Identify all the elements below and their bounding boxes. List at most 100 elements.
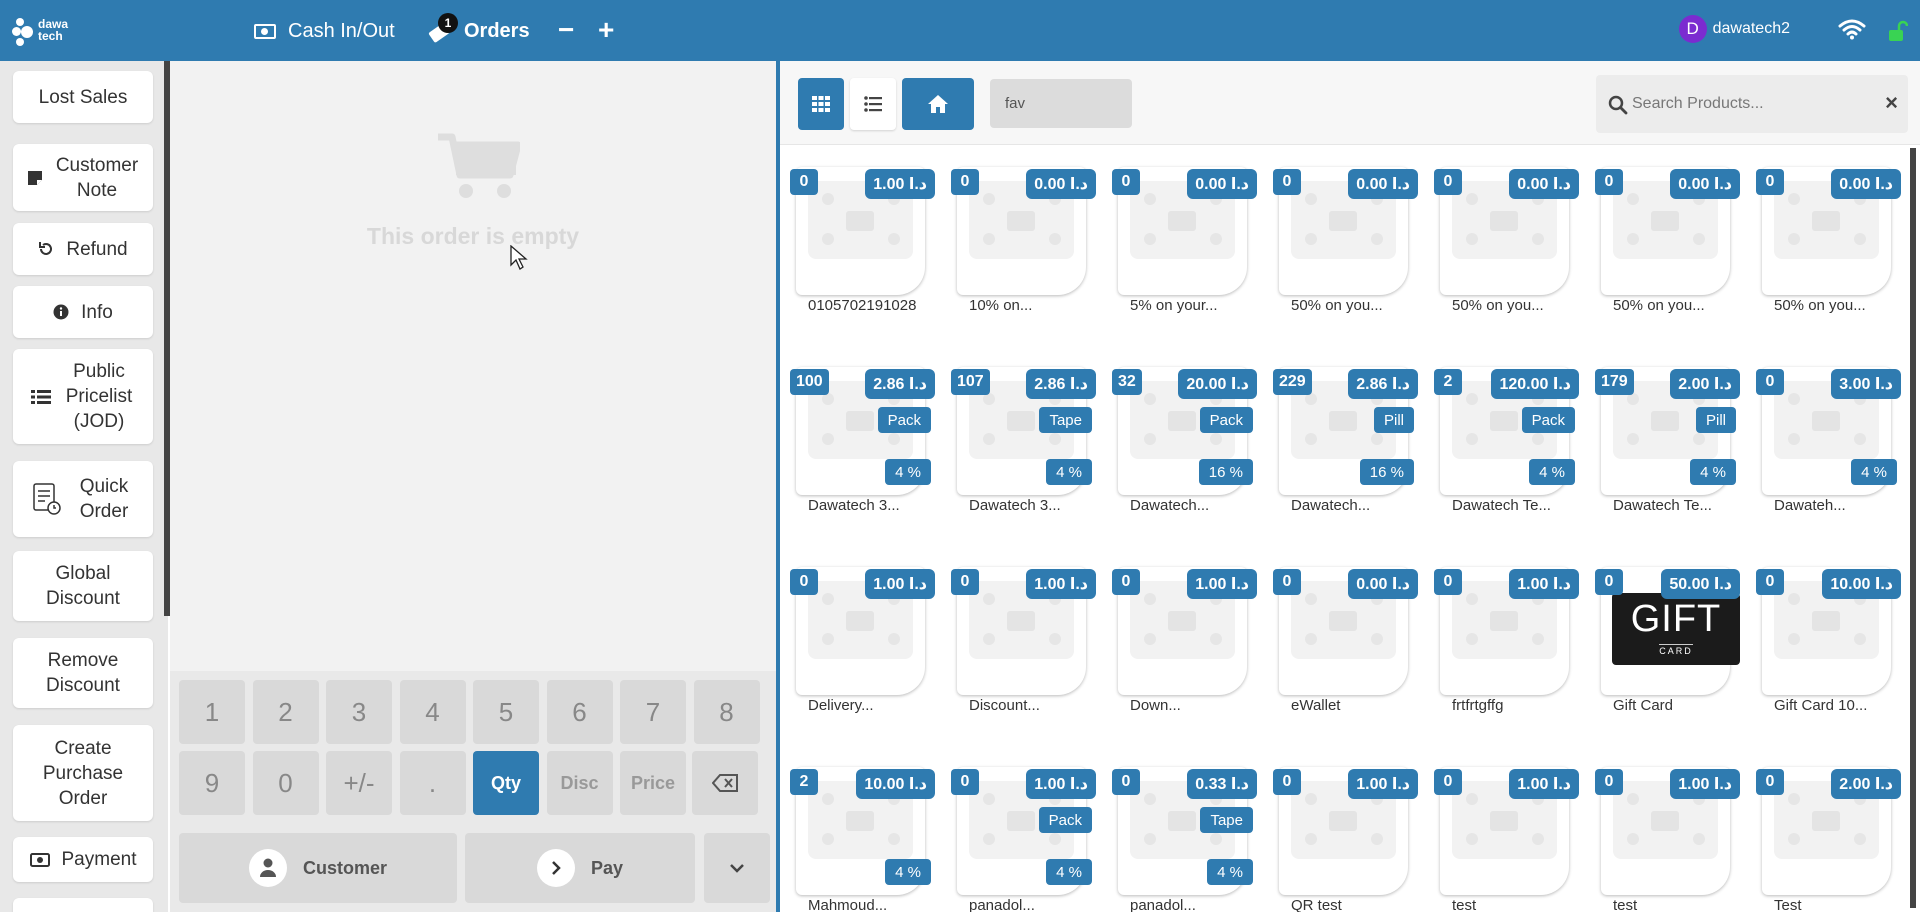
- home-category-button[interactable]: [902, 78, 974, 130]
- product-card[interactable]: 0 1.00 د.ا Discount...: [951, 567, 1096, 714]
- refund-button[interactable]: Refund: [13, 223, 153, 275]
- orders-count-badge: 1: [438, 13, 458, 33]
- product-scrollbar[interactable]: [1910, 148, 1916, 908]
- lost-sales-button[interactable]: Lost Sales: [13, 71, 153, 123]
- product-card[interactable]: 0 0.00 د.ا 10% on...: [951, 167, 1096, 314]
- product-card[interactable]: 32 20.00 د.ا Pack 16 % Dawatech...: [1112, 367, 1257, 514]
- info-icon: [53, 304, 69, 320]
- product-unit-badge: Pill: [1695, 407, 1736, 433]
- product-card[interactable]: GIFT CARD 0 50.00 د.ا Gift Card: [1595, 567, 1740, 714]
- orders-button[interactable]: 1 Orders: [428, 13, 530, 48]
- product-name: test: [1613, 897, 1638, 912]
- product-tax-badge: 4 %: [1207, 859, 1253, 885]
- numpad-key-price[interactable]: Price: [620, 751, 686, 815]
- logo-mark-icon: [12, 12, 34, 48]
- product-stock-badge: 100: [790, 369, 829, 395]
- cash-in-out-button[interactable]: Cash In/Out: [254, 14, 395, 48]
- numpad-key-2[interactable]: 2: [252, 680, 319, 744]
- product-card[interactable]: 100 2.86 د.ا Pack 4 % Dawatech 3...: [790, 367, 935, 514]
- product-card[interactable]: 0 1.00 د.ا 0105702191028: [790, 167, 935, 314]
- product-card[interactable]: 0 1.00 د.ا Pack 4 % panadol...: [951, 767, 1096, 912]
- global-discount-button[interactable]: Global Discount: [13, 551, 153, 621]
- list-view-button[interactable]: [850, 78, 896, 130]
- product-name: Dawatech Te...: [1452, 497, 1551, 514]
- remove-discount-button[interactable]: Remove Discount: [13, 638, 153, 708]
- more-options-button[interactable]: [704, 833, 770, 903]
- product-card[interactable]: 0 0.00 د.ا 50% on you...: [1595, 167, 1740, 314]
- info-button[interactable]: Info: [13, 286, 153, 338]
- product-card[interactable]: 0 0.33 د.ا Tape 4 % panadol...: [1112, 767, 1257, 912]
- product-name: Dawatech 3...: [808, 497, 900, 514]
- product-card[interactable]: 0 0.00 د.ا 50% on you...: [1273, 167, 1418, 314]
- product-unit-badge: Pill: [1373, 407, 1414, 433]
- product-card[interactable]: 0 0.00 د.ا 50% on you...: [1434, 167, 1579, 314]
- product-name: frtfrtgffg: [1452, 697, 1504, 714]
- product-card[interactable]: 0 1.00 د.ا QR test: [1273, 767, 1418, 912]
- product-stock-badge: 0: [1273, 569, 1301, 595]
- numpad-key-0[interactable]: 0: [252, 751, 319, 815]
- product-card[interactable]: 0 1.00 د.ا Down...: [1112, 567, 1257, 714]
- numpad-key-5[interactable]: 5: [473, 680, 539, 744]
- numpad-key-4[interactable]: 4: [399, 680, 466, 744]
- product-card[interactable]: 107 2.86 د.ا Tape 4 % Dawatech 3...: [951, 367, 1096, 514]
- product-card[interactable]: 0 2.00 د.ا Test: [1756, 767, 1901, 912]
- backspace-key[interactable]: [692, 751, 758, 815]
- product-tax-badge: 4 %: [885, 459, 931, 485]
- product-unit-badge: Tape: [1200, 807, 1253, 833]
- numpad-key-1[interactable]: 1: [179, 680, 245, 744]
- product-card[interactable]: 0 1.00 د.ا test: [1434, 767, 1579, 912]
- product-card[interactable]: 0 1.00 د.ا Delivery...: [790, 567, 935, 714]
- action-label: Quick Order: [79, 476, 129, 522]
- product-card[interactable]: 0 0.00 د.ا 50% on you...: [1756, 167, 1901, 314]
- product-card[interactable]: 0 0.00 د.ا 5% on your...: [1112, 167, 1257, 314]
- wifi-icon[interactable]: [1838, 18, 1866, 40]
- add-order-button[interactable]: +: [598, 12, 614, 48]
- product-card[interactable]: 179 2.00 د.ا Pill 4 % Dawatech Te...: [1595, 367, 1740, 514]
- search-input[interactable]: [1632, 85, 1864, 123]
- product-stock-badge: 32: [1112, 369, 1142, 395]
- clear-search-icon[interactable]: ×: [1885, 90, 1898, 116]
- customer-note-button[interactable]: Customer Note: [13, 144, 153, 211]
- product-card[interactable]: 0 3.00 د.ا 4 % Dawateh...: [1756, 367, 1901, 514]
- create-purchase-order-button[interactable]: Create Purchase Order: [13, 725, 153, 821]
- product-stock-badge: 0: [790, 569, 818, 595]
- more-actions-button[interactable]: [13, 898, 153, 912]
- customer-button[interactable]: Customer: [179, 833, 457, 903]
- numpad-key-7[interactable]: 7: [620, 680, 686, 744]
- product-price-tag: 0.00 د.ا: [1348, 569, 1418, 599]
- product-name: 10% on...: [969, 297, 1033, 314]
- product-stock-badge: 229: [1273, 369, 1312, 395]
- grid-view-button[interactable]: [798, 78, 844, 130]
- quick-order-button[interactable]: Quick Order: [13, 461, 153, 537]
- numpad-key-9[interactable]: 9: [179, 751, 245, 815]
- numpad-key-decimal[interactable]: .: [399, 751, 466, 815]
- pay-button[interactable]: Pay: [465, 833, 695, 903]
- action-label: Create Purchase Order: [42, 737, 124, 809]
- numpad-key-qty[interactable]: Qty: [473, 751, 539, 815]
- product-card[interactable]: 0 0.00 د.ا eWallet: [1273, 567, 1418, 714]
- unlock-icon[interactable]: [1888, 20, 1908, 42]
- numpad-key-plus-minus[interactable]: +/-: [326, 751, 392, 815]
- numpad-key-8[interactable]: 8: [693, 680, 760, 744]
- product-card[interactable]: 0 10.00 د.ا Gift Card 10...: [1756, 567, 1901, 714]
- numpad-key-6[interactable]: 6: [546, 680, 613, 744]
- remove-order-button[interactable]: −: [558, 12, 574, 48]
- product-card[interactable]: 2 120.00 د.ا Pack 4 % Dawatech Te...: [1434, 367, 1579, 514]
- product-card[interactable]: 0 1.00 د.ا test: [1595, 767, 1740, 912]
- grid-icon: [812, 96, 830, 112]
- product-card[interactable]: 2 10.00 د.ا 4 % Mahmoud...: [790, 767, 935, 912]
- product-card[interactable]: 229 2.86 د.ا Pill 16 % Dawatech...: [1273, 367, 1418, 514]
- cash-icon: [254, 23, 276, 39]
- product-card[interactable]: 0 1.00 د.ا frtfrtgffg: [1434, 567, 1579, 714]
- payment-button[interactable]: Payment: [13, 837, 153, 882]
- product-price-tag: 1.00 د.ا: [1348, 769, 1418, 799]
- numpad-key-disc[interactable]: Disc: [546, 751, 613, 815]
- top-bar: dawa tech Cash In/Out 1 Orders − + D daw…: [0, 0, 1920, 61]
- user-menu[interactable]: D dawatech2: [1678, 15, 1790, 43]
- quick-order-icon: [33, 483, 61, 515]
- product-tax-badge: 4 %: [1851, 459, 1897, 485]
- product-unit-badge: Pack: [1038, 807, 1092, 833]
- category-breadcrumb-fav[interactable]: fav: [990, 79, 1132, 128]
- public-pricelist-button[interactable]: Public Pricelist (JOD): [13, 349, 153, 444]
- numpad-key-3[interactable]: 3: [326, 680, 392, 744]
